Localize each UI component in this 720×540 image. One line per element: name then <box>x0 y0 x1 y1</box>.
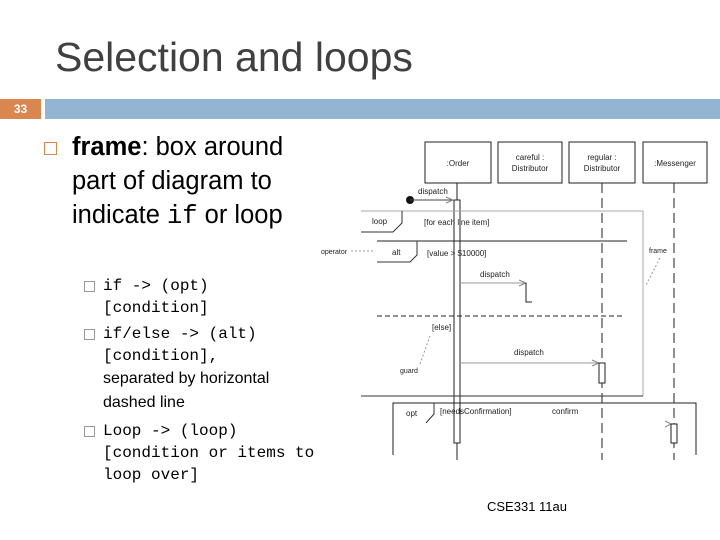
message-label: confirm <box>552 407 579 416</box>
else-guard: [else] <box>432 323 451 332</box>
sequence-diagram: :Order careful : Distributor regular : D… <box>321 141 708 460</box>
activation-messenger <box>670 423 678 444</box>
message-label: dispatch <box>480 270 510 279</box>
activation-regular <box>598 362 606 384</box>
loop-guard: [for each line item] <box>424 218 489 227</box>
object-label: careful : <box>516 153 544 162</box>
object-label: :Messenger <box>654 159 696 168</box>
alt-label: alt <box>392 248 401 257</box>
loop-label: loop <box>372 217 388 226</box>
footer: CSE331 11au <box>487 499 567 514</box>
annotation-frame: frame <box>649 248 667 255</box>
annotation-operator: operator <box>321 249 348 256</box>
object-careful-distributor <box>497 141 563 184</box>
annotation-guard: guard <box>400 368 418 375</box>
slide: Selection and loops 33 frame: box around… <box>0 0 720 540</box>
message-label: dispatch <box>514 348 544 357</box>
object-label: Distributor <box>584 164 621 173</box>
object-label: Distributor <box>512 164 549 173</box>
alt-guard: [value > $10000] <box>427 249 486 258</box>
message-label: dispatch <box>418 187 448 196</box>
opt-frame <box>392 402 697 455</box>
object-label: regular : <box>587 153 616 162</box>
opt-guard: [needsConfirmation] <box>440 407 512 416</box>
opt-label: opt <box>406 409 418 418</box>
object-label: :Order <box>447 159 470 168</box>
object-regular-distributor <box>568 141 636 184</box>
